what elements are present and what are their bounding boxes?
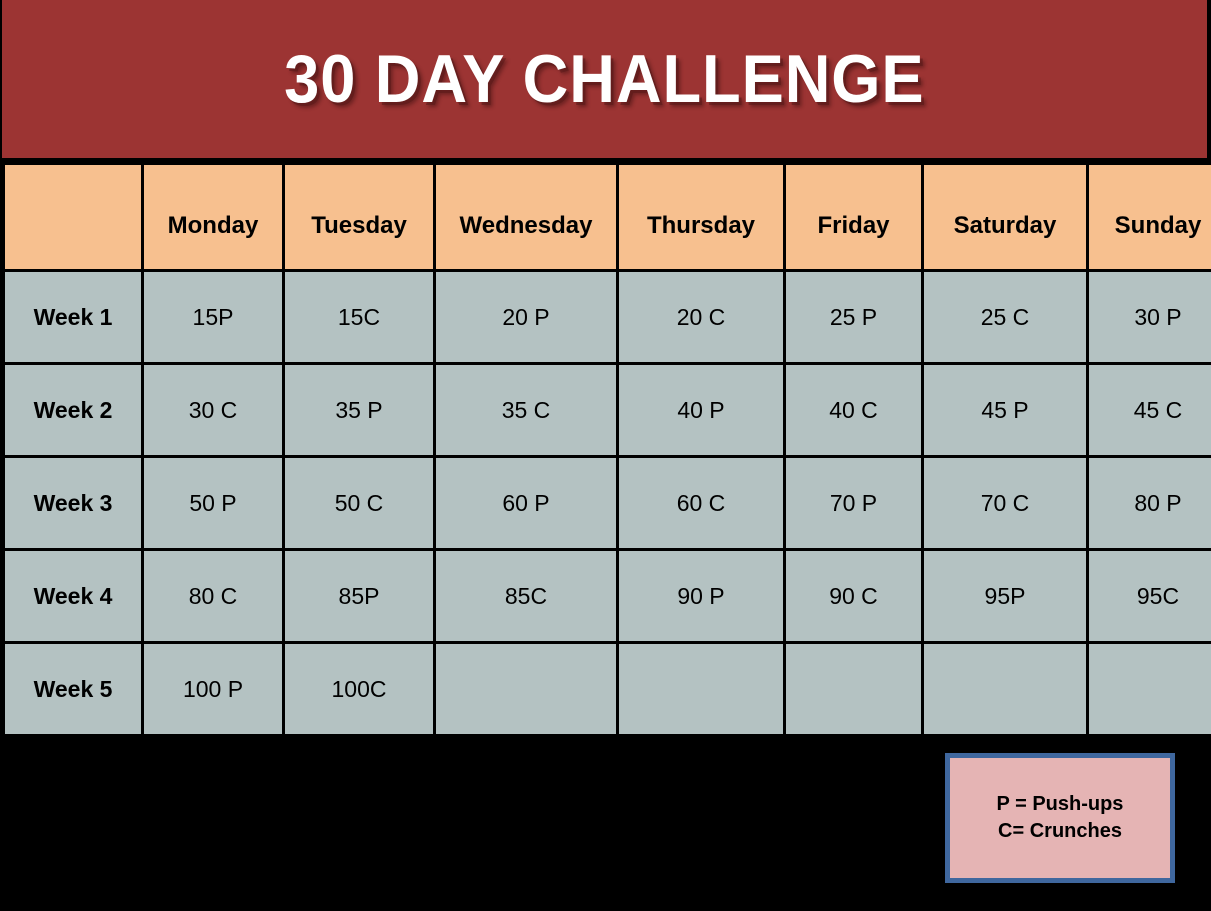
column-header-friday: Friday <box>786 165 921 269</box>
workout-cell: 95P <box>924 551 1086 641</box>
table-row: Week 1 15P 15C 20 P 20 C 25 P 25 C 30 P <box>5 272 1211 362</box>
column-header-wednesday: Wednesday <box>436 165 616 269</box>
workout-cell: 25 C <box>924 272 1086 362</box>
table-row: Week 5 100 P 100C <box>5 644 1211 734</box>
column-header-thursday: Thursday <box>619 165 783 269</box>
workout-cell: 100C <box>285 644 433 734</box>
workout-cell: 40 C <box>786 365 921 455</box>
week-label: Week 3 <box>5 458 141 548</box>
workout-cell: 30 C <box>144 365 282 455</box>
workout-cell: 95C <box>1089 551 1211 641</box>
workout-cell: 15C <box>285 272 433 362</box>
workout-cell: 100 P <box>144 644 282 734</box>
workout-cell: 45 C <box>1089 365 1211 455</box>
workout-cell <box>924 644 1086 734</box>
workout-cell: 50 C <box>285 458 433 548</box>
column-header-monday: Monday <box>144 165 282 269</box>
table-corner-cell <box>5 165 141 269</box>
workout-cell <box>619 644 783 734</box>
workout-cell: 70 P <box>786 458 921 548</box>
workout-cell: 60 C <box>619 458 783 548</box>
workout-cell: 25 P <box>786 272 921 362</box>
workout-cell: 15P <box>144 272 282 362</box>
workout-cell <box>436 644 616 734</box>
legend-crunches: C= Crunches <box>998 820 1122 842</box>
title-banner: 30 DAY CHALLENGE <box>2 0 1207 158</box>
legend-pushups: P = Push-ups <box>996 793 1124 815</box>
workout-cell: 90 P <box>619 551 783 641</box>
workout-cell: 20 P <box>436 272 616 362</box>
workout-cell: 85C <box>436 551 616 641</box>
column-header-tuesday: Tuesday <box>285 165 433 269</box>
workout-cell: 30 P <box>1089 272 1211 362</box>
table-row: Week 2 30 C 35 P 35 C 40 P 40 C 45 P 45 C <box>5 365 1211 455</box>
workout-cell: 80 C <box>144 551 282 641</box>
column-header-saturday: Saturday <box>924 165 1086 269</box>
workout-cell: 35 P <box>285 365 433 455</box>
week-label: Week 5 <box>5 644 141 734</box>
workout-cell: 60 P <box>436 458 616 548</box>
week-label: Week 4 <box>5 551 141 641</box>
workout-cell: 90 C <box>786 551 921 641</box>
workout-schedule-table: Monday Tuesday Wednesday Thursday Friday Satu… <box>2 162 1211 737</box>
week-label: Week 2 <box>5 365 141 455</box>
page-title: 30 DAY CHALLENGE <box>284 41 925 117</box>
workout-cell: 20 C <box>619 272 783 362</box>
legend-box: P = Push-ups C= Crunches <box>945 753 1175 883</box>
week-label: Week 1 <box>5 272 141 362</box>
workout-cell: 35 C <box>436 365 616 455</box>
workout-cell: 40 P <box>619 365 783 455</box>
workout-cell: 45 P <box>924 365 1086 455</box>
workout-cell <box>1089 644 1211 734</box>
table-header-row: Monday Tuesday Wednesday Thursday Friday Satu… <box>5 165 1211 269</box>
workout-cell: 50 P <box>144 458 282 548</box>
workout-cell <box>786 644 921 734</box>
table-row: Week 3 50 P 50 C 60 P 60 C 70 P 70 C 80 P <box>5 458 1211 548</box>
workout-cell: 85P <box>285 551 433 641</box>
challenge-poster: 30 DAY CHALLENGE Monday Tuesday Wednesday T… <box>0 0 1211 911</box>
table-row: Week 4 80 C 85P 85C 90 P 90 C 95P 95C <box>5 551 1211 641</box>
workout-cell: 80 P <box>1089 458 1211 548</box>
workout-cell: 70 C <box>924 458 1086 548</box>
column-header-sunday: Sunday <box>1089 165 1211 269</box>
